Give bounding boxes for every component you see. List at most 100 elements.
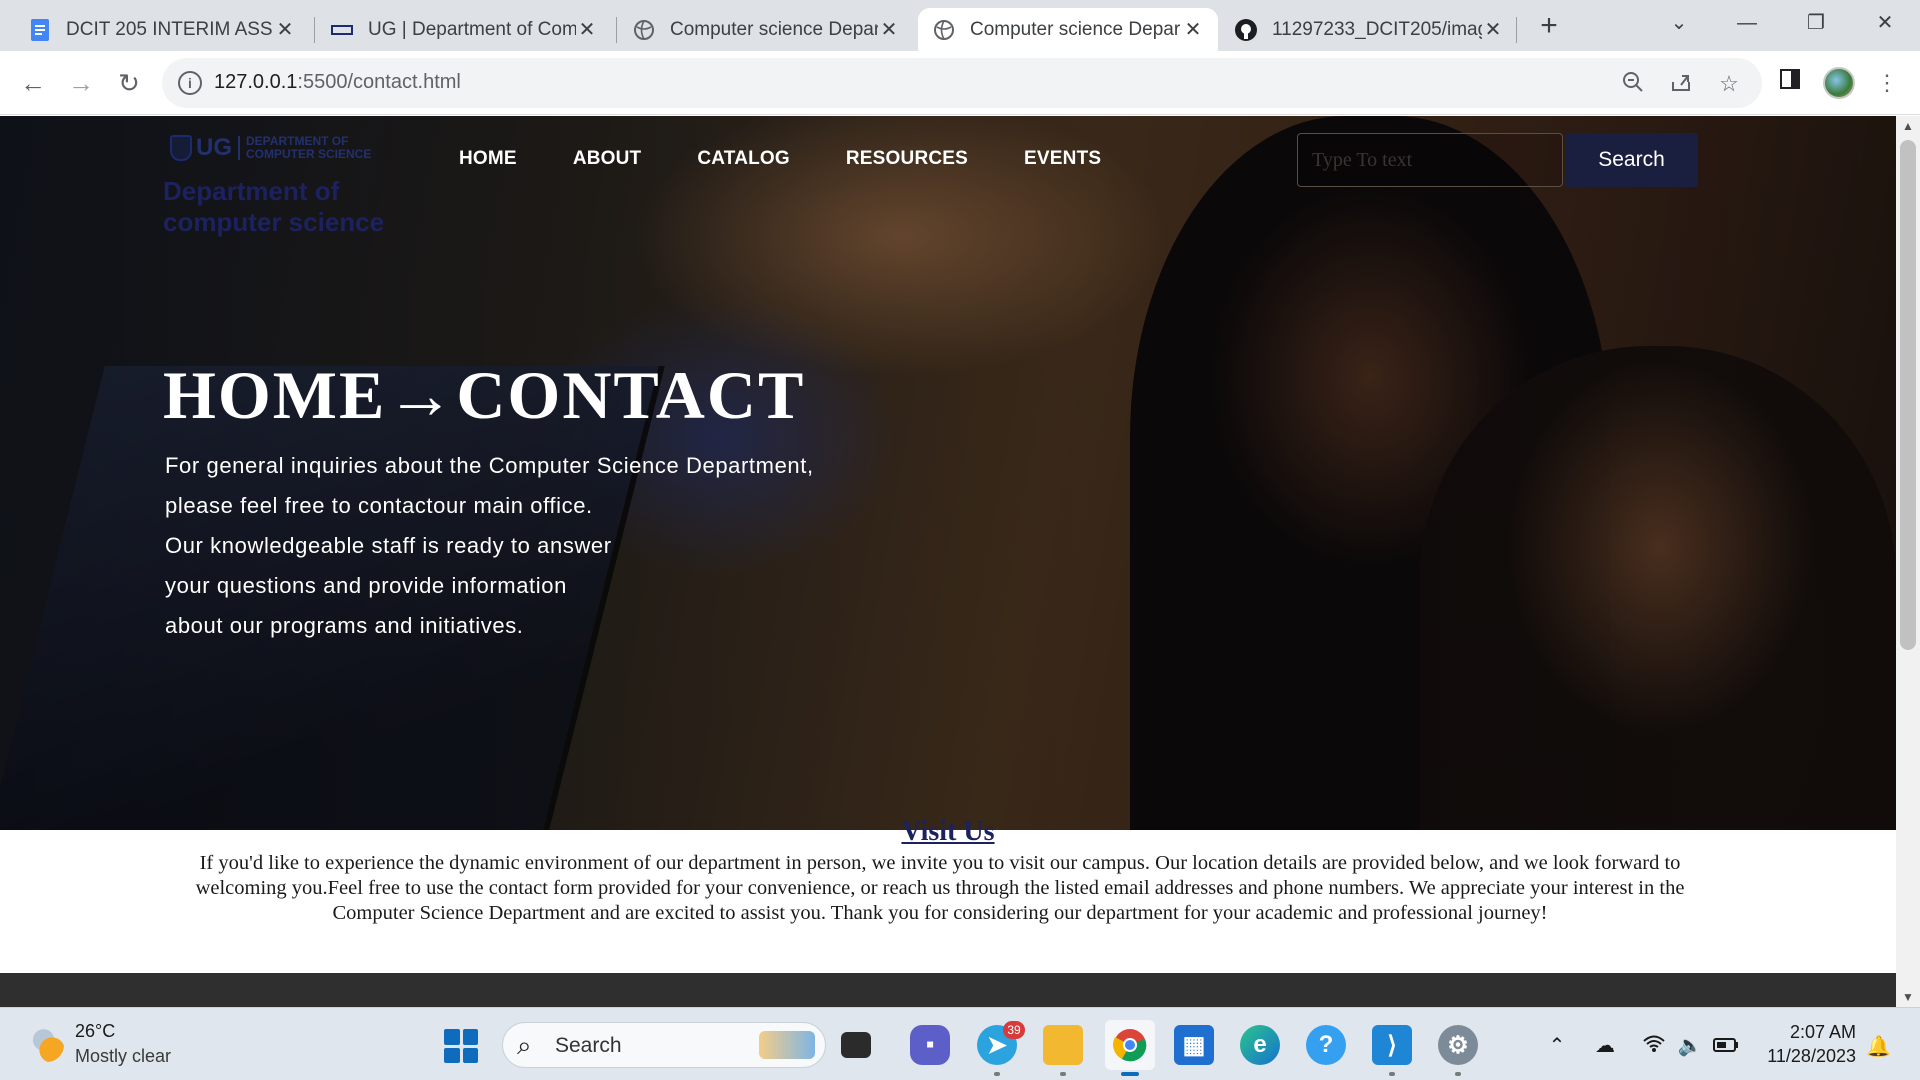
running-indicator bbox=[1389, 1072, 1395, 1076]
onedrive-cloud-icon[interactable]: ☁ bbox=[1591, 1034, 1619, 1058]
running-indicator bbox=[1455, 1072, 1461, 1076]
teams-chat-icon[interactable]: ▪ bbox=[910, 1025, 950, 1065]
zoom-icon[interactable] bbox=[1618, 70, 1648, 98]
globe-icon bbox=[632, 18, 656, 42]
page-viewport: UG DEPARTMENT OF COMPUTER SCIENCE Depart… bbox=[0, 116, 1896, 1007]
share-icon[interactable] bbox=[1666, 70, 1696, 98]
scrollbar-thumb[interactable] bbox=[1900, 140, 1916, 650]
search-highlight-icon bbox=[759, 1031, 815, 1059]
wifi-icon[interactable] bbox=[1640, 1034, 1668, 1058]
tab-separator bbox=[1516, 17, 1517, 43]
browser-tab-3[interactable]: Computer science Depar ✕ bbox=[618, 8, 914, 51]
close-icon[interactable]: ✕ bbox=[878, 17, 900, 42]
taskbar-search-label: Search bbox=[555, 1034, 622, 1057]
close-window-button[interactable]: ✕ bbox=[1863, 6, 1907, 40]
page-breadcrumb-title: HOME→CONTACT bbox=[163, 357, 806, 433]
close-icon[interactable]: ✕ bbox=[1182, 17, 1204, 42]
ug-crest-icon bbox=[170, 135, 192, 161]
windows-start-icon[interactable] bbox=[444, 1029, 478, 1063]
nav-events[interactable]: EVENTS bbox=[1024, 148, 1101, 170]
globe-icon bbox=[932, 18, 956, 42]
browser-tab-2[interactable]: UG | Department of Com ✕ bbox=[316, 8, 612, 51]
browser-toolbar: ← → ↻ i 127.0.0.1:5500/contact.html ☆ ⋮ bbox=[0, 51, 1920, 115]
profile-avatar[interactable] bbox=[1823, 67, 1855, 99]
task-view-icon[interactable] bbox=[841, 1032, 871, 1058]
browser-tab-1[interactable]: DCIT 205 INTERIM ASSES ✕ bbox=[14, 8, 310, 51]
footer-band bbox=[0, 973, 1896, 1007]
running-indicator bbox=[994, 1072, 1000, 1076]
site-search-input[interactable] bbox=[1297, 133, 1563, 187]
url-text[interactable]: 127.0.0.1:5500/contact.html bbox=[214, 71, 461, 94]
side-panel-icon[interactable] bbox=[1775, 68, 1805, 98]
tab-title: UG | Department of Com bbox=[368, 18, 576, 40]
visit-section: Visit Us If you'd like to experience the… bbox=[0, 816, 1896, 973]
tab-separator bbox=[314, 17, 315, 43]
weather-temperature[interactable]: 26°C bbox=[75, 1021, 115, 1042]
site-logo[interactable]: UG DEPARTMENT OF COMPUTER SCIENCE bbox=[170, 134, 371, 162]
chrome-taskbar-button[interactable] bbox=[1105, 1020, 1155, 1070]
google-docs-icon bbox=[28, 18, 52, 42]
minimize-button[interactable]: — bbox=[1725, 6, 1769, 40]
hero-intro: For general inquiries about the Computer… bbox=[165, 446, 885, 646]
clock-time[interactable]: 2:07 AM bbox=[1770, 1022, 1856, 1043]
file-explorer-icon[interactable] bbox=[1043, 1025, 1083, 1065]
forward-button[interactable]: → bbox=[61, 63, 101, 103]
get-help-icon[interactable]: ? bbox=[1306, 1025, 1346, 1065]
site-search-button[interactable]: Search bbox=[1565, 133, 1698, 187]
active-indicator bbox=[1121, 1072, 1139, 1076]
page-scrollbar[interactable]: ▲ ▼ bbox=[1896, 116, 1920, 1007]
search-icon: ⌕ bbox=[517, 1030, 532, 1060]
windows-taskbar: 26°C Mostly clear ⌕ Search ▪ ➤ 39 ▦ e ? … bbox=[0, 1007, 1920, 1080]
back-button[interactable]: ← bbox=[13, 63, 53, 103]
close-icon[interactable]: ✕ bbox=[576, 17, 598, 42]
running-indicator bbox=[1060, 1072, 1066, 1076]
new-tab-button[interactable]: + bbox=[1527, 9, 1571, 43]
site-title: Department of computer science bbox=[163, 176, 385, 237]
hero-line: about our programs and initiatives. bbox=[165, 613, 524, 638]
notification-bell-icon[interactable]: 🔔 bbox=[1866, 1034, 1891, 1059]
scroll-up-arrow-icon[interactable]: ▲ bbox=[1896, 116, 1920, 136]
nav-resources[interactable]: RESOURCES bbox=[846, 148, 968, 170]
close-icon[interactable]: ✕ bbox=[1482, 17, 1504, 42]
browser-tab-4-active[interactable]: Computer science Depar ✕ bbox=[918, 8, 1218, 51]
github-icon bbox=[1234, 18, 1258, 42]
info-icon[interactable]: i bbox=[178, 71, 202, 95]
tab-title: Computer science Depar bbox=[970, 18, 1181, 40]
settings-gear-icon[interactable]: ⚙ bbox=[1438, 1025, 1478, 1065]
menu-kebab-icon[interactable]: ⋮ bbox=[1872, 68, 1902, 98]
telegram-unread-badge: 39 bbox=[1003, 1021, 1025, 1039]
restore-button[interactable]: ❐ bbox=[1794, 6, 1838, 40]
tab-title: 11297233_DCIT205/imag bbox=[1272, 18, 1482, 40]
url-host: 127.0.0.1 bbox=[214, 71, 298, 93]
weather-description[interactable]: Mostly clear bbox=[75, 1046, 171, 1067]
tray-overflow-chevron-icon[interactable]: ⌃ bbox=[1543, 1034, 1571, 1058]
nav-about[interactable]: ABOUT bbox=[573, 148, 642, 170]
nav-catalog[interactable]: CATALOG bbox=[697, 148, 790, 170]
visit-heading: Visit Us bbox=[901, 816, 995, 847]
url-path: :5500/contact.html bbox=[297, 71, 461, 93]
weather-moon-cloud-icon[interactable] bbox=[30, 1028, 64, 1062]
microsoft-store-icon[interactable]: ▦ bbox=[1174, 1025, 1214, 1065]
logo-divider bbox=[238, 136, 240, 160]
bookmark-star-icon[interactable]: ☆ bbox=[1714, 70, 1744, 98]
battery-icon[interactable] bbox=[1712, 1034, 1740, 1058]
tab-title: Computer science Depar bbox=[670, 18, 878, 40]
tab-search-chevron-icon[interactable]: ⌄ bbox=[1657, 6, 1701, 40]
reload-button[interactable]: ↻ bbox=[109, 63, 149, 103]
close-icon[interactable]: ✕ bbox=[274, 17, 296, 42]
nav-home[interactable]: HOME bbox=[459, 148, 517, 170]
clock-date[interactable]: 11/28/2023 bbox=[1750, 1046, 1856, 1067]
edge-icon[interactable]: e bbox=[1240, 1025, 1280, 1065]
chrome-icon bbox=[1113, 1029, 1147, 1062]
vscode-icon[interactable]: ⟩ bbox=[1372, 1025, 1412, 1065]
main-nav: HOME ABOUT CATALOG RESOURCES EVENTS bbox=[459, 148, 1157, 170]
visit-paragraph: If you'd like to experience the dynamic … bbox=[195, 852, 1685, 924]
scroll-down-arrow-icon[interactable]: ▼ bbox=[1896, 987, 1920, 1007]
hero-line: please feel free to contactour main offi… bbox=[165, 493, 593, 518]
browser-tab-5[interactable]: 11297233_DCIT205/imag ✕ bbox=[1220, 8, 1518, 51]
address-bar[interactable]: i 127.0.0.1:5500/contact.html ☆ bbox=[162, 58, 1762, 108]
volume-icon[interactable]: 🔈 bbox=[1676, 1034, 1704, 1058]
taskbar-search-box[interactable]: ⌕ Search bbox=[502, 1022, 826, 1068]
tab-title: DCIT 205 INTERIM ASSES bbox=[66, 18, 274, 40]
tab-separator bbox=[616, 17, 617, 43]
